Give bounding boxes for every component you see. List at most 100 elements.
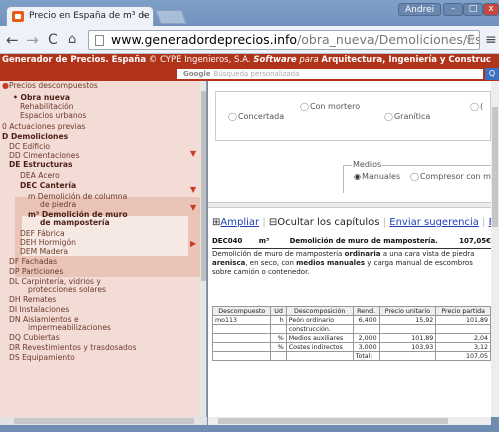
cell-rend: 6,400 — [352, 315, 380, 325]
tree-item[interactable]: DR Revestimientos y trasdosados — [9, 343, 136, 352]
horizontal-scrollbar-thumb[interactable] — [218, 418, 448, 424]
table-header-row: Descompuesto Ud Descomposición Rend. Pre… — [211, 306, 491, 316]
item-title: Demolición de muro de mampostería. — [289, 237, 438, 245]
enviar-sugerencia-link[interactable]: Enviar sugerencia — [389, 217, 479, 228]
home-icon[interactable]: ⌂ — [68, 31, 76, 49]
radio-compresor[interactable]: Compresor con m — [410, 172, 491, 181]
tree-item[interactable]: 0 Actuaciones previas — [2, 122, 85, 131]
reload-icon[interactable]: C — [48, 31, 58, 49]
horizontal-scrollbar[interactable] — [208, 417, 491, 425]
table-row: % Medios auxiliares 2,000 101,89 2,04 — [211, 333, 491, 343]
column-header: Descomposición — [285, 306, 354, 316]
tree-item[interactable]: • Obra nueva — [13, 93, 70, 102]
vertical-scrollbar-thumb[interactable] — [492, 107, 498, 227]
cell-item-price: 101,89 — [435, 315, 491, 325]
site-favicon-icon — [12, 11, 24, 22]
separator: | — [262, 217, 266, 228]
cell-desc: Costes indirectos — [285, 342, 354, 352]
medios-fieldset: Medios Manuales Compresor con m — [343, 160, 491, 193]
chevron-down-icon[interactable]: ▼ — [190, 186, 196, 194]
cell-total-value: 107,05 — [435, 351, 491, 361]
tree-item: impermeabilizaciones — [28, 323, 111, 332]
tree-item[interactable]: DF Fachadas — [9, 257, 57, 266]
close-window-button[interactable]: x — [483, 3, 499, 16]
cell-unit-price: 101,89 — [378, 333, 437, 343]
radio-option-4[interactable]: ( — [470, 102, 483, 111]
cell-desc — [285, 351, 354, 361]
site-header: Generador de Precios. España © CYPE Inge… — [0, 54, 499, 67]
tree-item[interactable]: Precios descompuestos — [9, 81, 98, 90]
item-description: Demolición de muro de mampostería ordina… — [212, 248, 491, 277]
back-arrow-icon[interactable]: ← — [6, 31, 19, 49]
decomposition-table: Descompuesto Ud Descomposición Rend. Pre… — [211, 306, 491, 361]
column-header: Rend. — [352, 306, 380, 316]
address-bar[interactable]: www.generadordeprecios.info/obra_nueva/D… — [88, 30, 480, 50]
tree-item[interactable]: DI Instalaciones — [9, 305, 69, 314]
item-header: DEC040 m³ Demolición de muro de mamposte… — [212, 237, 491, 247]
medios-label: Medios — [352, 160, 383, 169]
tree-horizontal-scrollbar[interactable] — [0, 417, 207, 425]
tree-item[interactable]: D Demoliciones — [2, 132, 68, 141]
cell-ud — [270, 351, 287, 361]
tree-item[interactable]: DEA Acero — [20, 171, 60, 180]
browser-tab[interactable]: Precio en España de m³ de × — [6, 6, 154, 26]
forward-arrow-icon[interactable]: → — [26, 31, 39, 49]
tree-item[interactable]: DC Edificio — [9, 142, 50, 151]
browser-menu-icon[interactable]: ≡ — [485, 32, 497, 48]
tree-item-selected: de mampostería — [40, 218, 110, 227]
radio-granitica[interactable]: Granítica — [384, 112, 430, 121]
browser-chrome: Precio en España de m³ de × Andrei – □ x… — [0, 0, 499, 54]
cell-item-price — [435, 324, 491, 334]
radio-con-mortero[interactable]: Con mortero — [300, 102, 360, 111]
chevron-down-icon[interactable]: ▼ — [190, 204, 196, 212]
cell-unit-price: 103,93 — [378, 342, 437, 352]
tree-item[interactable]: Rehabilitación — [20, 102, 74, 111]
tree-scrollbar-thumb[interactable] — [201, 91, 206, 281]
new-tab-button[interactable] — [155, 10, 187, 24]
pane-splitter[interactable] — [208, 202, 491, 208]
tree-item[interactable]: DQ Cubiertas — [9, 333, 60, 342]
tree-root-icon: ● — [2, 81, 9, 90]
cell-ud: h — [270, 315, 287, 325]
tree-item[interactable]: DEC Cantería — [20, 181, 76, 190]
search-icon[interactable]: Q — [485, 68, 499, 80]
page-icon — [95, 35, 104, 46]
tree-item[interactable]: DS Equipamiento — [9, 353, 75, 362]
minimize-button[interactable]: – — [443, 3, 463, 16]
tree-item[interactable]: DD Cimentaciones — [9, 151, 79, 160]
column-header: Ud — [270, 306, 287, 316]
chevron-down-icon[interactable]: ▼ — [190, 150, 196, 158]
tree-item[interactable]: DE Estructuras — [9, 160, 73, 169]
tab-close-icon[interactable]: × — [140, 7, 148, 26]
site-tagline-software: Software — [250, 55, 297, 65]
ampliar-link[interactable]: Ampliar — [220, 217, 259, 228]
radio-manuales[interactable]: Manuales — [354, 172, 400, 181]
cell-desc: Peón ordinario — [285, 315, 354, 325]
desc-bold: ordinaria — [344, 250, 381, 258]
table-row: mo113 h Peón ordinario 6,400 15,92 101,8… — [211, 315, 491, 325]
profile-user-name[interactable]: Andrei — [398, 3, 442, 16]
tree-item[interactable]: DP Particiones — [9, 267, 63, 276]
tree-item[interactable]: DEM Madera — [20, 247, 68, 256]
custom-search-input[interactable]: Google Búsqueda personalizada — [177, 69, 483, 79]
cell-ud: % — [270, 333, 287, 343]
radio-concertada[interactable]: Concertada — [228, 112, 284, 121]
tree-item[interactable]: DH Remates — [9, 295, 56, 304]
bookmark-star-icon[interactable]: ☆ — [464, 31, 476, 49]
cell-unit-price: 15,92 — [378, 315, 437, 325]
tab-title: Precio en España de m³ de — [29, 11, 150, 21]
desc-bold: arenisca — [212, 259, 246, 267]
tree-item[interactable]: DEF Fábrica — [20, 229, 65, 238]
maximize-button[interactable]: □ — [463, 3, 483, 16]
ocultar-capitulos-link[interactable]: Ocultar los capítulos — [277, 217, 379, 228]
column-header: Descompuesto — [211, 306, 272, 316]
tree-item[interactable]: Espacios urbanos — [20, 111, 86, 120]
tree-scrollbar[interactable] — [200, 81, 206, 417]
vertical-scrollbar[interactable] — [491, 81, 499, 417]
tree-horizontal-thumb[interactable] — [14, 418, 194, 424]
cell-total-label: Total: — [352, 351, 380, 361]
cell-code — [211, 351, 272, 361]
chevron-right-icon[interactable]: ▶ — [190, 240, 196, 248]
site-brand[interactable]: Generador de Precios. España — [2, 55, 146, 65]
tree-item[interactable]: DEH Hormigón — [20, 238, 76, 247]
